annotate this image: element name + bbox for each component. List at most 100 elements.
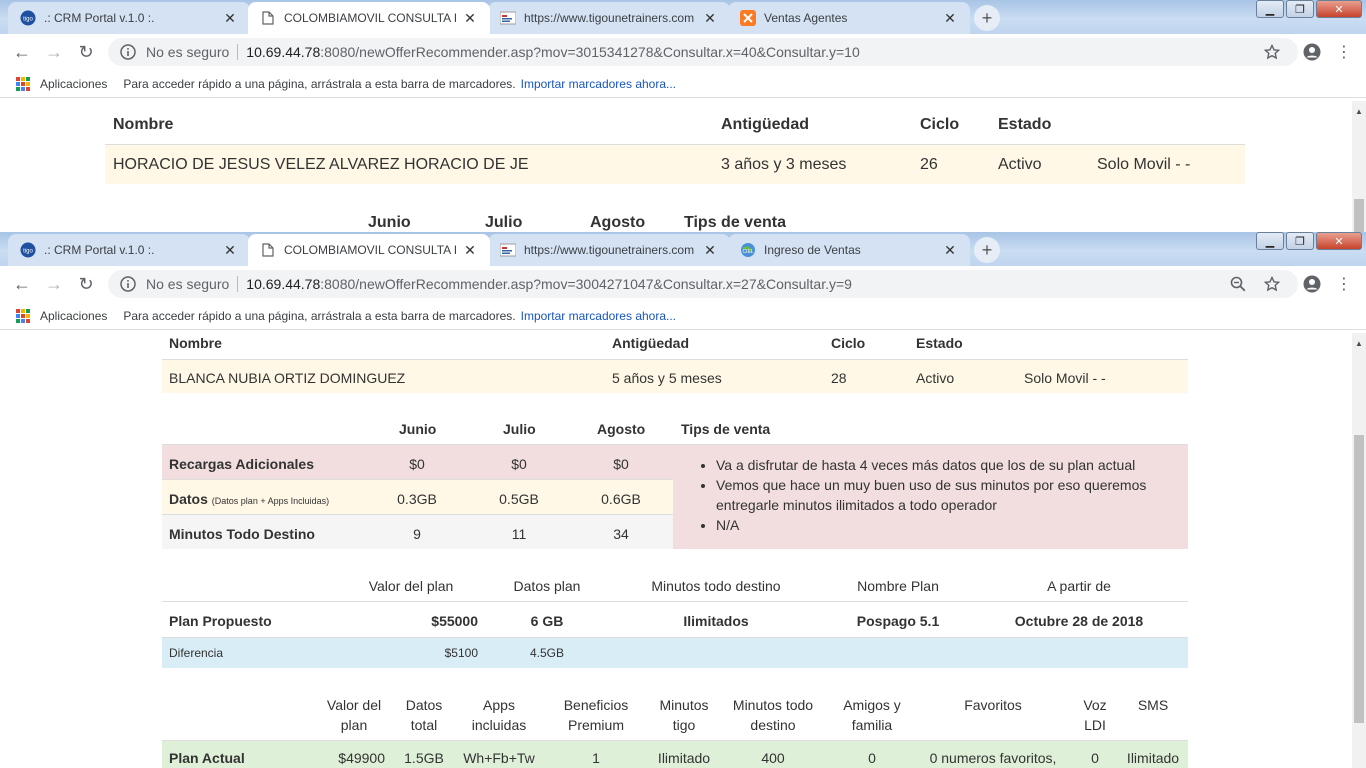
tab-ingreso-ventas[interactable]: CIEL Ingreso de Ventas ✕: [728, 234, 970, 266]
menu-icon[interactable]: ⋮: [1334, 274, 1354, 294]
address-bar[interactable]: No es seguro 10.69.44.78:8080/newOfferRe…: [108, 38, 1298, 66]
diferencia-valor: $5100: [444, 646, 478, 660]
usage-value: $0: [613, 456, 629, 472]
zoom-icon[interactable]: [1228, 274, 1248, 294]
current-header: Minutos todo destino: [732, 697, 814, 733]
customer-antiguedad: 5 años y 5 meses: [612, 370, 722, 386]
window-controls: ▁ ❐ ✕: [1254, 0, 1362, 18]
back-arrow-icon[interactable]: ←: [6, 268, 38, 300]
tab-ventas-agentes[interactable]: Ventas Agentes ✕: [728, 2, 970, 34]
tab-colombiamovil[interactable]: COLOMBIAMOVIL CONSULTA IN ✕: [248, 234, 490, 266]
tab-colombiamovil[interactable]: COLOMBIAMOVIL CONSULTA IN ✕: [248, 2, 490, 34]
proposed-header: Nombre Plan: [857, 578, 939, 594]
tip-item: Va a disfrutar de hasta 4 veces más dato…: [716, 455, 1166, 475]
header-ciclo: Ciclo: [831, 335, 866, 351]
import-bookmarks-link[interactable]: Importar marcadores ahora...: [521, 309, 676, 323]
current-value: Ilimitado: [657, 750, 711, 766]
customer-estado: Activo: [916, 370, 955, 386]
forward-arrow-icon[interactable]: →: [38, 36, 70, 68]
minimize-button[interactable]: ▁: [1256, 232, 1284, 250]
usage-value: 0.6GB: [601, 491, 641, 507]
header-nombre: Nombre: [113, 116, 174, 133]
month-header: Junio: [399, 421, 437, 437]
usage-note: (Datos plan + Apps Incluidas): [211, 496, 330, 506]
scroll-thumb[interactable]: [1354, 199, 1364, 232]
tab-title: https://www.tigounetrainers.com: [524, 11, 695, 25]
close-tab-icon[interactable]: ✕: [942, 242, 958, 259]
tab-tigounetrainers[interactable]: https://www.tigounetrainers.com ✕: [488, 2, 730, 34]
scroll-up-arrow-icon[interactable]: ▲: [1352, 104, 1366, 118]
tigoune-icon: [500, 242, 516, 258]
close-window-button[interactable]: ✕: [1316, 232, 1362, 250]
minimize-button[interactable]: ▁: [1256, 0, 1284, 18]
close-tab-icon[interactable]: ✕: [702, 242, 718, 259]
star-icon[interactable]: [1262, 274, 1282, 294]
current-label: Plan Actual: [169, 750, 245, 766]
url-host: 10.69.44.78: [246, 276, 321, 292]
address-bar[interactable]: No es seguro 10.69.44.78:8080/newOfferRe…: [108, 270, 1298, 298]
profile-icon[interactable]: [1302, 274, 1322, 294]
new-tab-button[interactable]: +: [974, 5, 1000, 31]
new-tab-button[interactable]: +: [974, 237, 1000, 263]
close-tab-icon[interactable]: ✕: [462, 10, 478, 27]
scrollbar[interactable]: ▲: [1352, 333, 1366, 768]
star-icon[interactable]: [1262, 42, 1282, 62]
tab-tigounetrainers[interactable]: https://www.tigounetrainers.com ✕: [488, 234, 730, 266]
back-arrow-icon[interactable]: ←: [6, 36, 38, 68]
profile-icon[interactable]: [1302, 42, 1322, 62]
close-tab-icon[interactable]: ✕: [222, 10, 238, 27]
tab-crm-portal[interactable]: tigo .: CRM Portal v.1.0 :. ✕: [8, 2, 250, 34]
info-icon[interactable]: [118, 42, 138, 62]
security-label: No es seguro: [146, 44, 230, 60]
tab-title: Ventas Agentes: [764, 11, 848, 25]
proposed-valor: $55000: [431, 613, 478, 629]
usage-value: 11: [511, 526, 527, 542]
reload-icon[interactable]: ↻: [70, 268, 102, 300]
diferencia-row: [162, 637, 1188, 668]
reload-icon[interactable]: ↻: [70, 36, 102, 68]
menu-icon[interactable]: ⋮: [1334, 42, 1354, 62]
tab-title: https://www.tigounetrainers.com: [524, 243, 695, 257]
header-estado: Estado: [916, 335, 963, 351]
apps-link[interactable]: Aplicaciones: [40, 77, 107, 91]
current-value: 0 numeros favoritos,: [929, 750, 1057, 766]
bookmarks-bar: Aplicaciones Para acceder rápido a una p…: [0, 70, 1366, 98]
header-ciclo: Ciclo: [920, 116, 960, 133]
tab-title: COLOMBIAMOVIL CONSULTA IN: [284, 243, 456, 257]
apps-grid-icon[interactable]: [16, 76, 30, 91]
scrollbar[interactable]: ▲: [1352, 101, 1366, 232]
current-value: Wh+Fb+Tw: [463, 750, 535, 766]
scroll-thumb[interactable]: [1354, 435, 1364, 723]
maximize-button[interactable]: ❐: [1286, 0, 1314, 18]
usage-label: Minutos Todo Destino: [169, 526, 315, 542]
scroll-up-arrow-icon[interactable]: ▲: [1352, 336, 1366, 350]
close-tab-icon[interactable]: ✕: [942, 10, 958, 27]
header-antiguedad: Antigüedad: [721, 116, 809, 133]
import-bookmarks-link[interactable]: Importar marcadores ahora...: [521, 77, 676, 91]
close-tab-icon[interactable]: ✕: [702, 10, 718, 27]
page-content: Nombre Antigüedad Ciclo Estado BLANCA NU…: [0, 333, 1352, 768]
current-header: Voz LDI: [1083, 697, 1107, 733]
current-header: Valor del plan: [326, 697, 382, 733]
tips-list: Va a disfrutar de hasta 4 veces más dato…: [716, 455, 1166, 535]
url-path: :8080/newOfferRecommender.asp?mov=300427…: [320, 276, 852, 292]
maximize-button[interactable]: ❐: [1286, 232, 1314, 250]
apps-grid-icon[interactable]: [16, 308, 30, 323]
tab-crm-portal[interactable]: tigo .: CRM Portal v.1.0 :. ✕: [8, 234, 250, 266]
close-tab-icon[interactable]: ✕: [222, 242, 238, 259]
usage-value: $0: [511, 456, 527, 472]
usage-value: $0: [409, 456, 425, 472]
current-value: 0: [868, 750, 876, 766]
apps-link[interactable]: Aplicaciones: [40, 309, 107, 323]
forward-arrow-icon[interactable]: →: [38, 268, 70, 300]
url-path: :8080/newOfferRecommender.asp?mov=301534…: [320, 44, 860, 60]
current-header: Amigos y familia: [843, 697, 901, 733]
close-window-button[interactable]: ✕: [1316, 0, 1362, 18]
svg-text:CIEL: CIEL: [742, 249, 753, 255]
close-tab-icon[interactable]: ✕: [462, 242, 478, 259]
customer-ciclo: 28: [831, 370, 847, 386]
info-icon[interactable]: [118, 274, 138, 294]
browser-toolbar: ← → ↻ No es seguro 10.69.44.78:8080/newO…: [0, 34, 1366, 70]
xampp-icon: [740, 10, 756, 26]
usage-value: 9: [413, 526, 421, 542]
